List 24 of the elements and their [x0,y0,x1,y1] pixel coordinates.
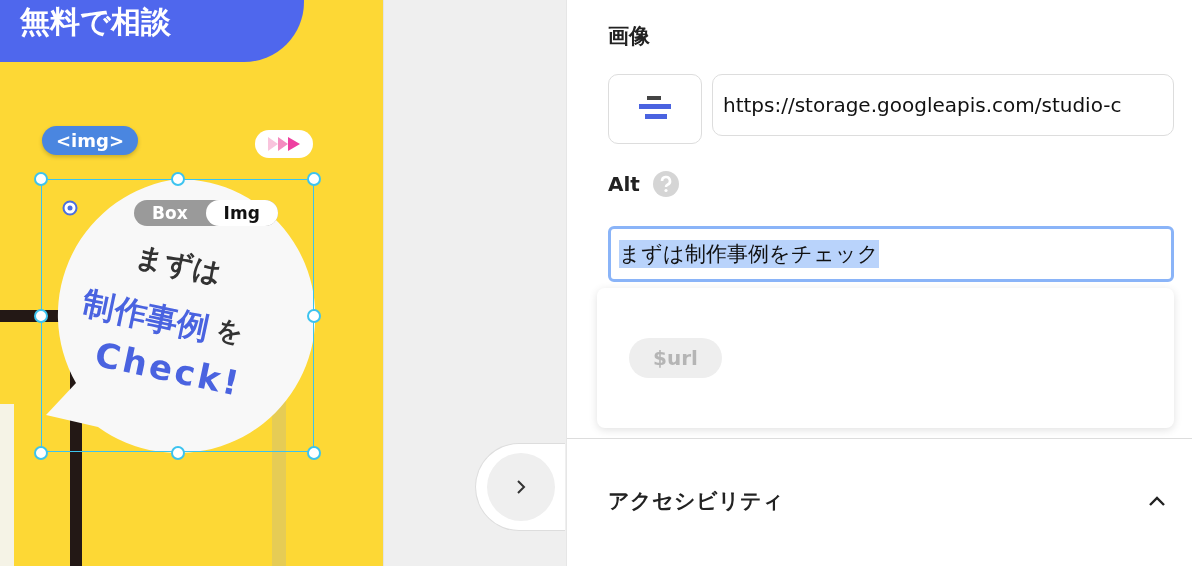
anchor-icon[interactable] [62,200,78,216]
resize-handle[interactable] [307,309,321,323]
alt-label: Alt [608,172,640,196]
help-icon[interactable] [651,170,680,198]
chevron-up-icon[interactable] [1148,495,1166,507]
fast-forward-button[interactable] [255,130,313,158]
section-title: 画像 [608,23,651,50]
element-tag: <img> [42,126,138,155]
section-title[interactable]: アクセシビリティ [608,487,784,515]
resize-handle[interactable] [34,309,48,323]
resize-handle[interactable] [171,172,185,186]
expand-button[interactable] [475,443,565,531]
resize-handle[interactable] [307,446,321,460]
resize-handle[interactable] [171,446,185,460]
resize-handle[interactable] [34,446,48,460]
mode-tab[interactable]: Img [205,200,278,226]
image-thumbnail[interactable] [608,74,702,144]
banner-text: 無料で相談 [20,3,171,41]
fast-forward-icon [266,136,302,152]
alt-input-field[interactable]: まずは制作事例をチェック [608,226,1174,282]
url-input-field[interactable]: https://storage.googleapis.com/studio-c [712,74,1174,136]
bubble-text: まずは [132,238,226,293]
resize-handle[interactable] [307,172,321,186]
resize-handle[interactable] [34,172,48,186]
